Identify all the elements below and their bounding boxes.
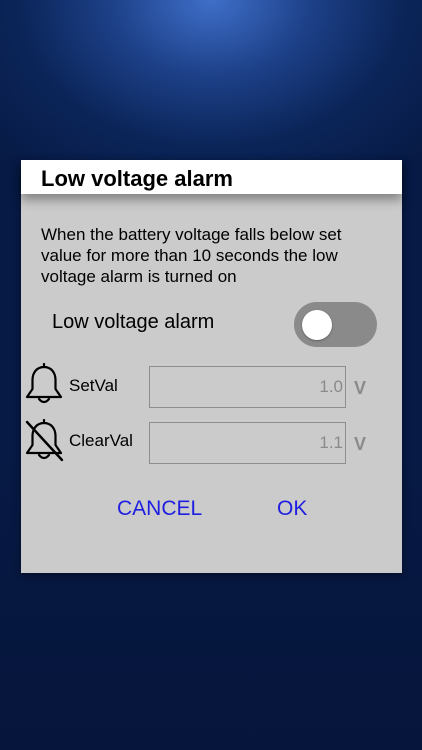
- setval-unit: V: [354, 378, 367, 398]
- dialog-description: When the battery voltage falls below set…: [41, 225, 342, 286]
- low-voltage-alarm-toggle[interactable]: [294, 302, 377, 347]
- clearval-unit: V: [354, 434, 367, 454]
- clearval-label: ClearVal: [69, 431, 133, 450]
- dialog-header: Low voltage alarm: [21, 160, 402, 194]
- bell-off-icon: [24, 418, 64, 463]
- setval-input[interactable]: [149, 366, 346, 408]
- setval-label: SetVal: [69, 376, 118, 395]
- dialog-title: Low voltage alarm: [41, 166, 233, 191]
- cancel-button[interactable]: CANCEL: [117, 496, 202, 522]
- ok-button[interactable]: OK: [277, 496, 307, 522]
- toggle-knob[interactable]: [302, 310, 332, 340]
- low-voltage-alarm-dialog: Low voltage alarm When the battery volta…: [21, 160, 402, 573]
- clearval-input[interactable]: [149, 422, 346, 464]
- toggle-label: Low voltage alarm: [52, 311, 215, 333]
- bell-icon: [24, 362, 64, 407]
